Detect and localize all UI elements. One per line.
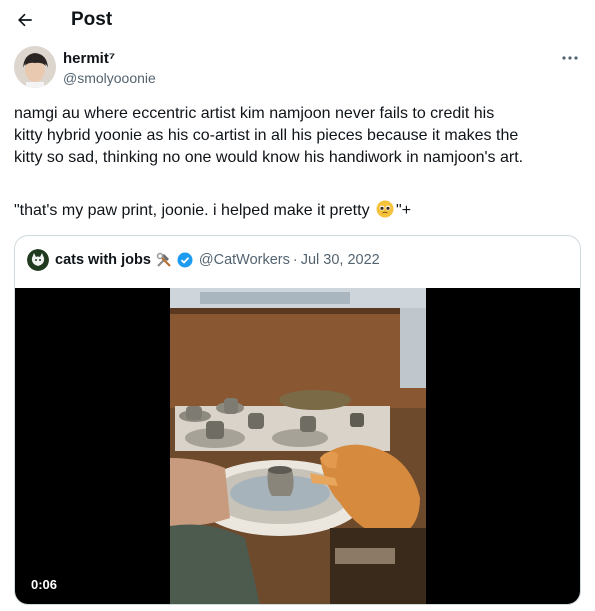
verified-badge-icon: [177, 252, 193, 268]
tweet-quote-line: "that's my paw print, joonie. i helped m…: [14, 200, 411, 222]
tweet-body: namgi au where eccentric artist kim namj…: [14, 103, 584, 169]
author-display-name[interactable]: hermit⁷: [63, 50, 115, 67]
quoted-handle[interactable]: @CatWorkers: [199, 252, 290, 268]
tweet-quote-text: "that's my paw print, joonie. i helped m…: [14, 202, 375, 219]
pleading-face-emoji: [376, 200, 394, 218]
author-handle[interactable]: @smolyooonie: [63, 70, 156, 86]
page-title: Post: [71, 9, 113, 30]
quoted-avatar[interactable]: [27, 249, 49, 271]
post-header: Post: [0, 0, 595, 40]
video-duration: 0:06: [25, 575, 64, 594]
tweet-quote-end: "+: [396, 202, 412, 219]
avatar[interactable]: [14, 46, 56, 88]
quoted-tweet-card[interactable]: cats with jobs @CatWorkers · Jul 30, 202…: [14, 235, 581, 605]
tweet-text-line: namgi au where eccentric artist kim namj…: [14, 105, 495, 122]
arrow-left-icon: [18, 13, 32, 27]
more-options-button[interactable]: [559, 50, 581, 66]
back-button[interactable]: [14, 9, 36, 31]
tweet-text-line: kitty hybrid yoonie as his co-artist in …: [14, 127, 519, 144]
video-player[interactable]: 0:06: [15, 288, 580, 604]
more-horizontal-icon: [562, 56, 578, 60]
tweet-author: hermit⁷ @smolyooonie: [14, 46, 585, 90]
tweet-text-line: kitty so sad, thinking no one would know…: [14, 149, 524, 166]
hammer-and-wrench-icon: [155, 251, 173, 269]
quoted-date[interactable]: Jul 30, 2022: [301, 252, 380, 268]
separator-dot: ·: [292, 252, 298, 268]
quoted-display-name[interactable]: cats with jobs: [55, 252, 151, 268]
quoted-tweet-header: cats with jobs @CatWorkers · Jul 30, 202…: [27, 248, 380, 272]
video-thumbnail: [170, 288, 426, 604]
